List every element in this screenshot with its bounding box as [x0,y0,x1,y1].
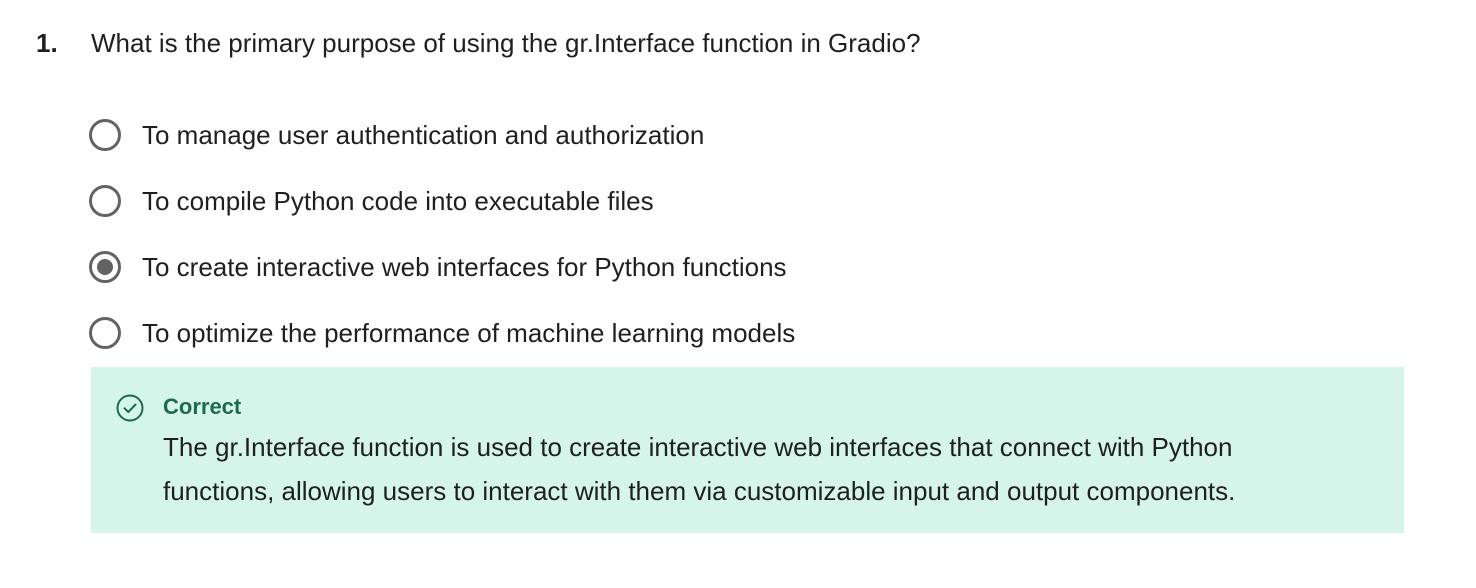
question-header: 1. What is the primary purpose of using … [36,28,1416,74]
feedback-explanation: The gr.Interface function is used to cre… [163,425,1380,513]
quiz-question: 1. What is the primary purpose of using … [36,28,1416,366]
option-label: To manage user authentication and author… [142,119,705,150]
feedback-panel: Correct The gr.Interface function is use… [91,367,1404,533]
option-label: To optimize the performance of machine l… [142,317,796,348]
radio-button[interactable] [89,119,121,151]
feedback-line: functions, allowing users to interact wi… [163,476,1236,506]
check-circle-icon [116,394,144,422]
option-label: To create interactive web interfaces for… [142,251,787,282]
option-label: To compile Python code into executable f… [142,185,654,216]
option-1[interactable]: To compile Python code into executable f… [89,168,1416,234]
option-2[interactable]: To create interactive web interfaces for… [89,234,1416,300]
feedback-line: The gr.Interface function is used to cre… [163,432,1233,462]
radio-button[interactable] [89,251,121,283]
option-0[interactable]: To manage user authentication and author… [89,102,1416,168]
feedback-status: Correct [163,394,242,419]
question-number: 1. [36,28,58,58]
radio-button[interactable] [89,317,121,349]
radio-button[interactable] [89,185,121,217]
answer-options: To manage user authentication and author… [89,102,1416,366]
question-text: What is the primary purpose of using the… [91,28,921,58]
option-3[interactable]: To optimize the performance of machine l… [89,300,1416,366]
